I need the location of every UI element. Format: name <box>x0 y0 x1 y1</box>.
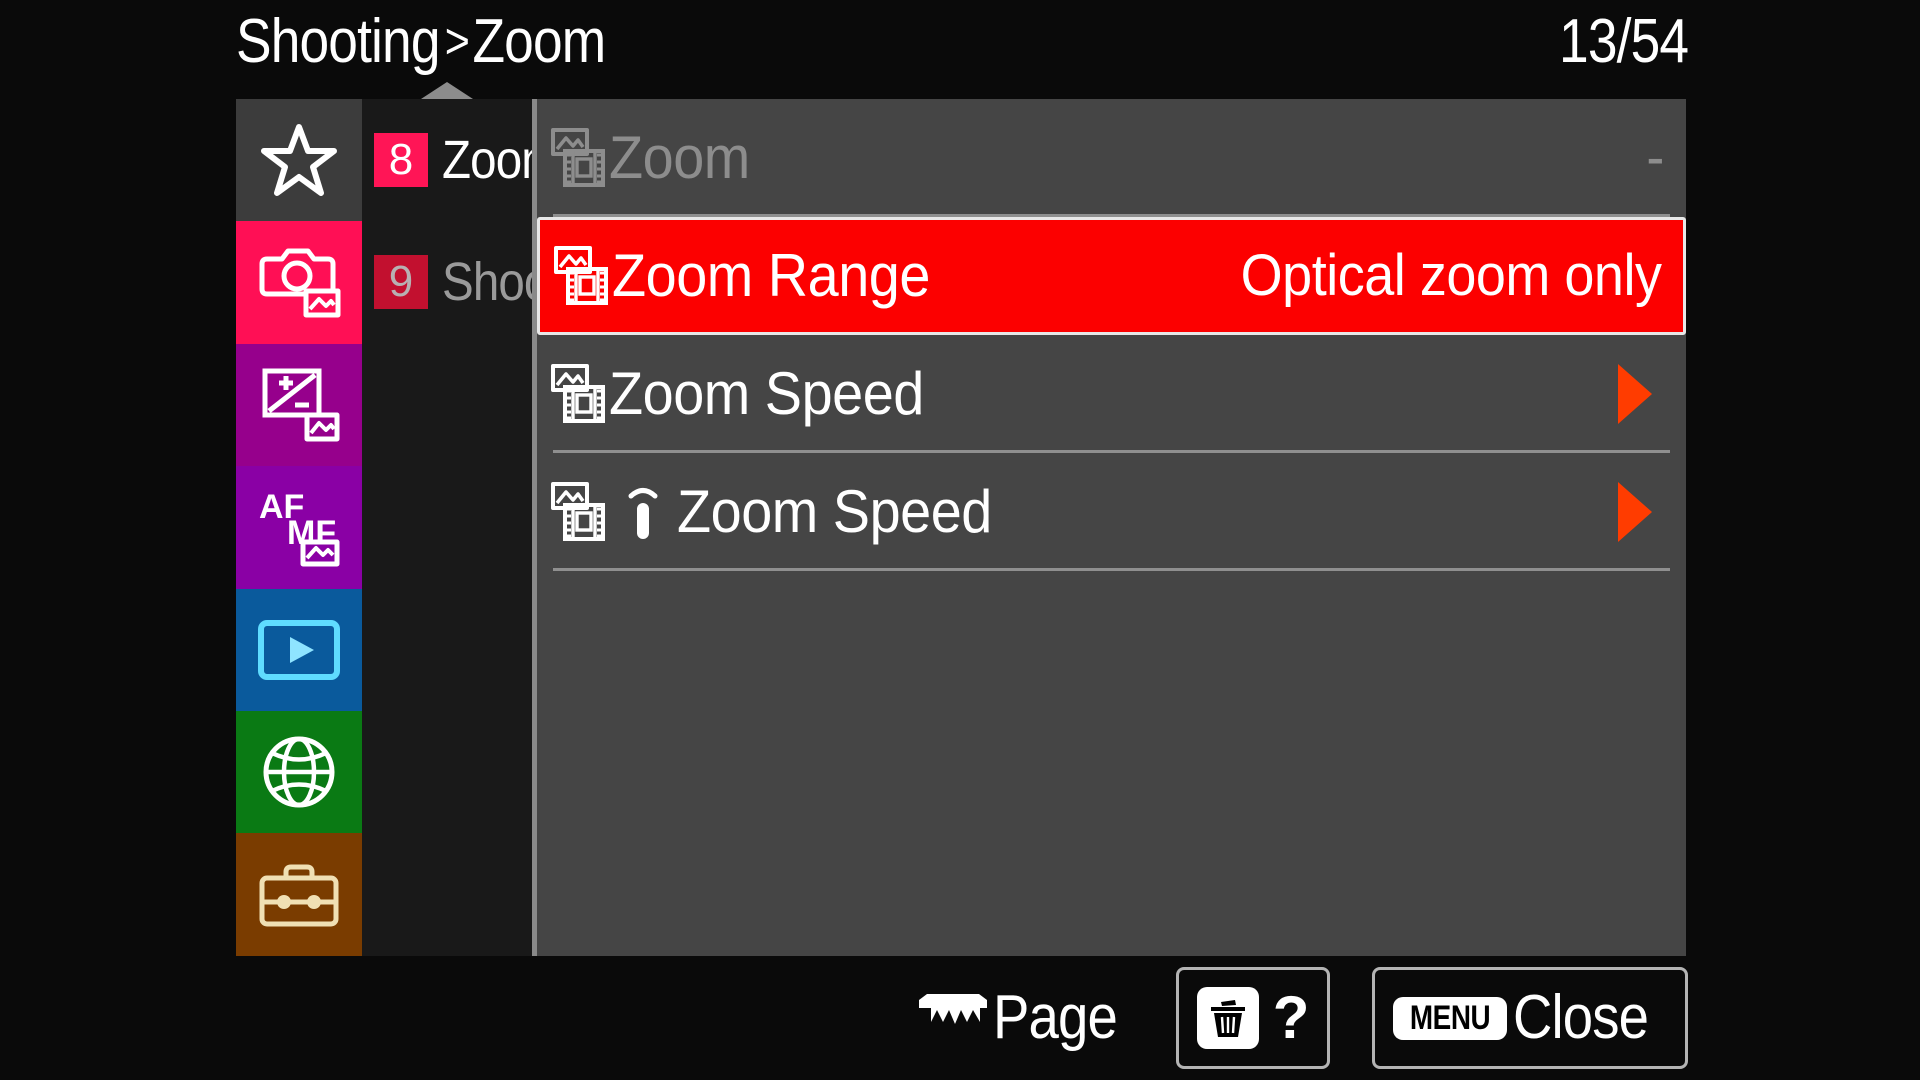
breadcrumb-separator: > <box>444 13 470 69</box>
menu-row[interactable]: Zoom Speed <box>537 453 1686 571</box>
page-hint-label: Page <box>992 983 1118 1052</box>
my-menu-star-icon <box>261 123 337 197</box>
page-counter: 13/54 <box>1558 7 1689 76</box>
sidebar-category-my-menu[interactable] <box>236 99 362 222</box>
playback-icon <box>257 619 341 681</box>
exposure-color-icon <box>257 365 341 445</box>
menu-row-value: - <box>1646 125 1664 190</box>
sidebar-category-setup[interactable] <box>236 833 362 956</box>
remote-control-icon <box>625 481 661 543</box>
menu-row-value: Optical zoom only <box>1240 243 1661 308</box>
submenu-arrow-icon[interactable] <box>1618 364 1652 424</box>
page-number-badge: 8 <box>374 133 428 187</box>
sidebar-category-shooting[interactable] <box>236 221 362 344</box>
network-globe-icon <box>260 733 338 811</box>
still-movie-icon <box>551 481 607 543</box>
control-wheel-icon <box>917 992 989 1045</box>
menu-row[interactable]: Zoom Speed <box>537 335 1686 453</box>
page-tab-label: Zoom <box>442 130 537 190</box>
menu-row[interactable]: Zoom - <box>537 99 1686 217</box>
menu-row-label: Zoom Range <box>612 242 930 309</box>
menu-body: AFMF 8 Zoom 9 Shooting Zoom - Zoom Range Optic… <box>236 99 1686 956</box>
header-bar: Shooting >Zoom 13/54 <box>0 0 1920 99</box>
submenu-arrow-icon[interactable] <box>1618 482 1652 542</box>
menu-row[interactable]: Zoom Range Optical zoom only <box>537 217 1686 335</box>
footer-bar: Page ? MENU Close <box>0 956 1920 1080</box>
shooting-camera-icon <box>256 245 342 321</box>
still-movie-icon <box>551 363 607 425</box>
row-separator <box>553 568 1670 571</box>
sidebar-category-network[interactable] <box>236 710 362 834</box>
camera-menu-screen: Shooting>Zoom 13/54 AFMF 8Zoom9Shooting … <box>0 0 1920 1080</box>
page-number-badge: 9 <box>374 255 428 309</box>
menu-badge: MENU <box>1393 996 1508 1040</box>
page-tab-label: Shooting <box>442 252 537 312</box>
focus-afmf-icon: AF MF <box>255 486 343 568</box>
breadcrumb-root: Shooting <box>236 7 440 76</box>
menu-badge-label: MENU <box>1410 998 1491 1037</box>
sidebar-category-playback[interactable] <box>236 588 362 711</box>
close-button-label: Close <box>1513 983 1649 1052</box>
menu-row-label: Zoom Speed <box>677 478 992 545</box>
active-tab-pointer-icon <box>421 82 473 99</box>
help-question-label: ? <box>1272 984 1310 1051</box>
trash-icon <box>1196 987 1259 1049</box>
still-movie-icon <box>551 127 607 189</box>
help-button[interactable]: ? <box>1175 967 1331 1069</box>
page-hint: Page <box>917 968 1134 1068</box>
page-tab-9[interactable]: 9 Shooting <box>362 221 537 343</box>
menu-item-list: Zoom - Zoom Range Optical zoom only Zoom Spe… <box>537 99 1686 956</box>
breadcrumb: Shooting >Zoom <box>236 3 606 84</box>
page-list-column: 8 Zoom 9 Shooting <box>362 99 537 956</box>
setup-toolbox-icon <box>257 862 341 928</box>
still-movie-icon <box>554 245 610 307</box>
category-icon-rail: AF MF <box>236 99 362 956</box>
page-tab-8[interactable]: 8 Zoom <box>362 99 537 221</box>
sidebar-category-exposure-color[interactable] <box>236 343 362 467</box>
close-button[interactable]: MENU Close <box>1372 967 1688 1069</box>
breadcrumb-current: Zoom <box>472 7 606 76</box>
sidebar-category-focus[interactable]: AF MF <box>236 466 362 589</box>
menu-row-label: Zoom <box>609 124 750 191</box>
menu-row-label: Zoom Speed <box>609 360 924 427</box>
